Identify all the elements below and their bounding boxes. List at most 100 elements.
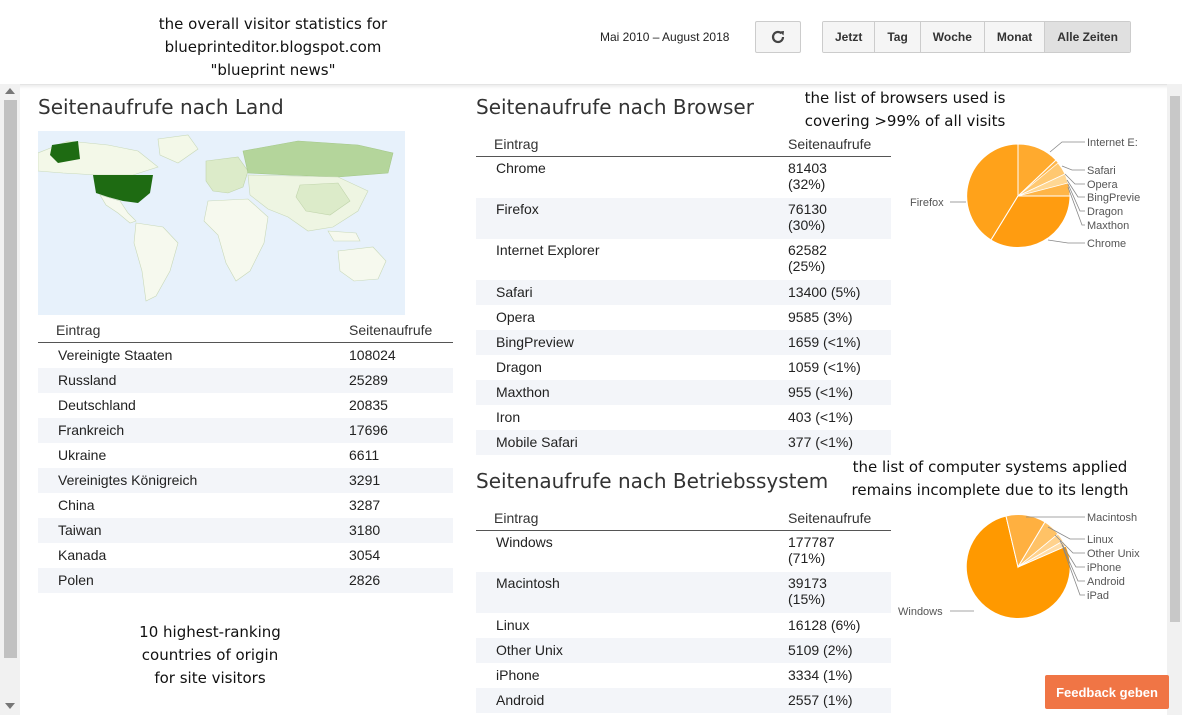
time-range-group: Jetzt Tag Woche Monat Alle Zeiten — [822, 21, 1131, 53]
range-now-button[interactable]: Jetzt — [823, 22, 876, 52]
table-row: Mobile Safari 377 (<1%) — [476, 429, 891, 455]
refresh-button[interactable] — [755, 21, 801, 53]
annotation-countries: 10 highest-ranking countries of origin f… — [139, 623, 281, 687]
pie-label-macintosh: Macintosh — [1087, 512, 1137, 524]
pie-label-dragon: Dragon — [1087, 206, 1123, 218]
browser-name: Internet Explorer — [496, 241, 600, 258]
country-value: 6611 — [349, 447, 380, 463]
pie-label-ipad: iPad — [1087, 590, 1109, 602]
table-row: Dragon 1059 (<1%) — [476, 355, 891, 380]
country-table: Eintrag Seitenaufrufe Vereinigte Staaten… — [38, 318, 453, 593]
os-name: Windows — [496, 534, 553, 550]
browser-count: 81403 — [788, 160, 827, 176]
os-col-views[interactable]: Seitenaufrufe — [788, 506, 891, 531]
browser-pie-chart[interactable]: Internet E: Safari Opera BingPrevie Drag… — [900, 130, 1145, 260]
country-value: 3291 — [349, 468, 453, 493]
os-section-title: Seitenaufrufe nach Betriebssystem — [476, 469, 829, 493]
pie-label-iphone: iPhone — [1087, 562, 1121, 574]
browser-percent: (25%) — [788, 257, 826, 274]
browser-table: Eintrag Seitenaufrufe Chrome 81403 (32%) F… — [476, 132, 891, 455]
pie-label-chrome: Chrome — [1087, 238, 1126, 250]
pie-label-maxthon: Maxthon — [1087, 220, 1129, 232]
browser-name: BingPreview — [476, 329, 788, 355]
os-name: Android — [476, 687, 788, 713]
country-col-entry[interactable]: Eintrag — [38, 318, 349, 343]
browser-percent: (32%) — [788, 176, 826, 192]
browser-value: 76130 (30%) — [788, 197, 891, 239]
os-value: 39173 (15%) — [788, 571, 891, 613]
table-row: Android 2557 (1%) — [476, 687, 891, 713]
browser-value: 403 (<1%) — [788, 408, 853, 425]
pie-label-opera: Opera — [1087, 179, 1118, 191]
pie-label-linux: Linux — [1087, 534, 1114, 546]
world-map[interactable] — [38, 131, 405, 315]
scroll-up-arrow-icon[interactable] — [5, 88, 15, 94]
country-name: Polen — [38, 568, 349, 593]
browser-col-entry[interactable]: Eintrag — [476, 132, 788, 157]
table-row: Chrome 81403 (32%) — [476, 157, 891, 198]
range-month-button[interactable]: Monat — [984, 22, 1046, 52]
os-percent: (71%) — [788, 550, 826, 566]
browser-section-title: Seitenaufrufe nach Browser — [476, 95, 754, 119]
os-pie-chart[interactable]: Macintosh Linux Other Unix iPhone Androi… — [890, 505, 1145, 625]
os-name: Linux — [496, 616, 530, 633]
feedback-button[interactable]: Feedback geben — [1045, 675, 1169, 709]
annotation-top: the overall visitor statistics for bluep… — [158, 15, 388, 79]
country-value: 17696 — [349, 418, 453, 443]
pie-label-firefox: Firefox — [910, 197, 944, 209]
annotation-browsers: the list of browsers used is covering >9… — [804, 89, 1006, 130]
world-map-graphic — [38, 134, 394, 302]
table-row: Frankreich 17696 — [38, 418, 453, 443]
country-name: Kanada — [58, 547, 107, 563]
browser-count: 62582 — [788, 241, 827, 258]
table-row: BingPreview 1659 (<1%) — [476, 329, 891, 355]
left-scrollbar-thumb[interactable] — [4, 100, 17, 658]
table-row: Kanada 3054 — [38, 543, 453, 568]
os-name: Macintosh — [476, 571, 788, 613]
range-day-button[interactable]: Tag — [875, 22, 921, 52]
table-row: Windows 177787 (71%) — [476, 531, 891, 572]
table-row: Deutschland 20835 — [38, 393, 453, 418]
browser-col-views[interactable]: Seitenaufrufe — [788, 132, 891, 157]
table-row: China 3287 — [38, 493, 453, 518]
table-row: Vereinigtes Königreich 3291 — [38, 468, 453, 493]
country-value: 3287 — [349, 497, 381, 513]
table-row: Internet Explorer 62582 (25%) — [476, 239, 891, 280]
country-name: Vereinigtes Königreich — [38, 468, 349, 493]
country-name: Taiwan — [38, 518, 349, 543]
browser-name: Iron — [496, 408, 521, 425]
scroll-down-arrow-icon[interactable] — [5, 703, 15, 709]
browser-value: 9585 (3%) — [788, 308, 853, 325]
table-row: Safari 13400 (5%) — [476, 279, 891, 305]
table-row: Firefox 76130 (30%) — [476, 197, 891, 239]
table-row: Vereinigte Staaten 108024 — [38, 343, 453, 369]
browser-name: Firefox — [476, 197, 788, 239]
table-row: Russland 25289 — [38, 368, 453, 393]
right-scrollbar-thumb[interactable] — [1170, 96, 1180, 622]
country-name: Deutschland — [58, 397, 136, 413]
os-value: 177787 (71%) — [788, 531, 891, 572]
country-col-views[interactable]: Seitenaufrufe — [349, 318, 453, 343]
os-table: Eintrag Seitenaufrufe Windows 177787 (71%)… — [476, 506, 891, 713]
country-value: 3054 — [349, 547, 381, 563]
browser-name: Safari — [476, 279, 788, 305]
os-value: 3334 (1%) — [788, 666, 853, 683]
browser-value: 1659 (<1%) — [788, 329, 891, 355]
range-week-button[interactable]: Woche — [920, 22, 985, 52]
browser-value: 377 (<1%) — [788, 429, 891, 455]
country-value: 108024 — [349, 347, 396, 363]
browser-name: Chrome — [496, 160, 546, 176]
os-col-entry[interactable]: Eintrag — [476, 506, 788, 531]
browser-value: 13400 (5%) — [788, 279, 891, 305]
pie-label-safari: Safari — [1087, 165, 1116, 177]
browser-percent: (30%) — [788, 216, 826, 233]
annotation-os: the list of computer systems applied rem… — [851, 458, 1129, 499]
table-row: Iron 403 (<1%) — [476, 405, 891, 430]
country-name: Ukraine — [58, 447, 107, 463]
country-value: 20835 — [349, 397, 388, 413]
range-all-time-button[interactable]: Alle Zeiten — [1045, 22, 1130, 52]
browser-name: Mobile Safari — [476, 429, 788, 455]
os-count: 39173 — [788, 574, 827, 591]
date-range: Mai 2010 – August 2018 — [600, 30, 730, 44]
os-name: iPhone — [496, 666, 540, 683]
